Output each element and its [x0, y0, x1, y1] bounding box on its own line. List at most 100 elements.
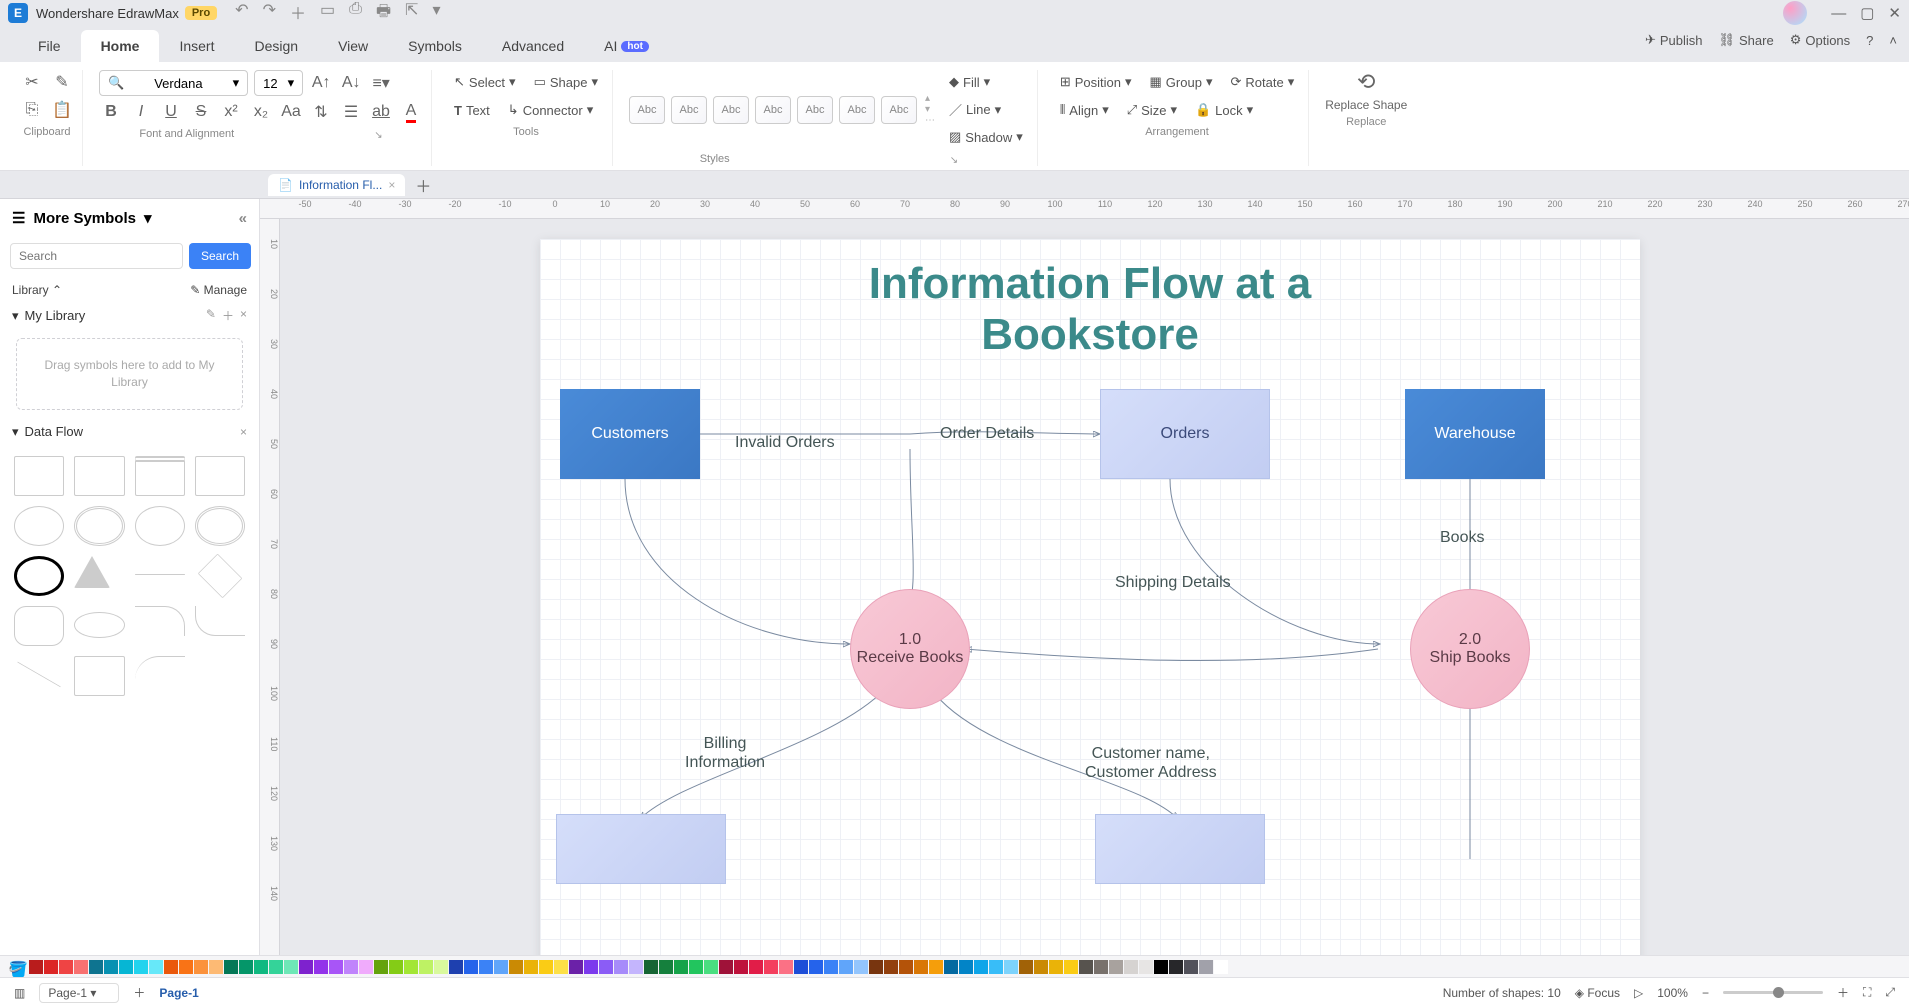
underline-icon[interactable]: U	[159, 100, 183, 124]
color-swatch[interactable]	[224, 960, 238, 974]
color-swatch[interactable]	[89, 960, 103, 974]
stencil-datastore[interactable]	[135, 456, 185, 496]
color-swatch[interactable]	[104, 960, 118, 974]
color-swatch[interactable]	[1109, 960, 1123, 974]
dataflow-close-icon[interactable]: ×	[240, 425, 247, 439]
library-toggle[interactable]: Library ⌃	[12, 283, 62, 297]
color-swatch[interactable]	[1064, 960, 1078, 974]
color-swatch[interactable]	[524, 960, 538, 974]
font-color-icon[interactable]: A	[399, 100, 423, 124]
page-tab[interactable]: Page-1	[159, 986, 198, 1000]
label-books[interactable]: Books	[1440, 529, 1484, 547]
color-swatch[interactable]	[314, 960, 328, 974]
styles-gallery[interactable]: AbcAbcAbcAbcAbcAbcAbc	[629, 96, 917, 124]
lock-button[interactable]: 🔒 Lock▾	[1189, 98, 1259, 122]
shadow-button[interactable]: ▨ Shadow ▾	[943, 125, 1029, 149]
color-swatch[interactable]	[1139, 960, 1153, 974]
canvas[interactable]: Information Flow at a Bookstore	[280, 219, 1909, 955]
paste-icon[interactable]: 📋	[50, 98, 74, 122]
styles-more-icon[interactable]: ⋯	[925, 115, 935, 126]
stencil-thick-circle[interactable]	[14, 556, 64, 596]
menu-advanced[interactable]: Advanced	[482, 30, 584, 62]
stencil-diamond[interactable]	[198, 553, 243, 598]
stencil-arc[interactable]	[135, 606, 185, 636]
color-swatch[interactable]	[239, 960, 253, 974]
menu-design[interactable]: Design	[234, 30, 318, 62]
save-icon[interactable]: ⎙	[349, 0, 362, 27]
menu-view[interactable]: View	[318, 30, 388, 62]
font-popout-icon[interactable]: ↘	[374, 130, 382, 141]
color-swatch[interactable]	[479, 960, 493, 974]
fill-bucket-icon[interactable]: 🪣	[8, 960, 28, 974]
color-swatch[interactable]	[884, 960, 898, 974]
color-swatch[interactable]	[374, 960, 388, 974]
stencil-external[interactable]	[195, 456, 245, 496]
node-lower-left[interactable]	[556, 814, 726, 884]
color-swatch[interactable]	[569, 960, 583, 974]
style-swatch[interactable]: Abc	[713, 96, 749, 124]
color-swatch[interactable]	[974, 960, 988, 974]
color-swatch[interactable]	[59, 960, 73, 974]
color-swatch[interactable]	[269, 960, 283, 974]
user-avatar[interactable]	[1783, 1, 1807, 25]
stencil-cloud[interactable]	[14, 606, 64, 646]
color-swatch[interactable]	[464, 960, 478, 974]
zoom-slider[interactable]	[1723, 991, 1823, 994]
color-swatch[interactable]	[1184, 960, 1198, 974]
superscript-icon[interactable]: x²	[219, 100, 243, 124]
font-size-select[interactable]: 12▾	[254, 70, 303, 96]
node-receive-books[interactable]: 1.0 Receive Books	[850, 589, 970, 709]
stencil-circle2[interactable]	[135, 506, 185, 546]
color-swatch[interactable]	[869, 960, 883, 974]
stencil-circle-double[interactable]	[74, 506, 124, 546]
color-swatch[interactable]	[1019, 960, 1033, 974]
color-swatch[interactable]	[134, 960, 148, 974]
color-swatch[interactable]	[209, 960, 223, 974]
new-tab-icon[interactable]: ＋	[415, 173, 431, 197]
color-swatch[interactable]	[1079, 960, 1093, 974]
color-swatch[interactable]	[644, 960, 658, 974]
align-icon[interactable]: ≡▾	[369, 71, 393, 95]
case-icon[interactable]: Aa	[279, 100, 303, 124]
data-flow-label[interactable]: Data Flow	[25, 424, 84, 439]
line-spacing-icon[interactable]: ⇅	[309, 100, 333, 124]
color-swatch[interactable]	[914, 960, 928, 974]
font-family-select[interactable]: 🔍 Verdana▾	[99, 70, 248, 96]
page-select[interactable]: Page-1 ▾	[39, 983, 119, 1003]
node-ship-books[interactable]: 2.0 Ship Books	[1410, 589, 1530, 709]
color-swatch[interactable]	[1199, 960, 1213, 974]
stencil-arc2[interactable]	[195, 606, 245, 636]
panel-collapse-icon[interactable]: «	[239, 210, 247, 227]
color-swatch[interactable]	[539, 960, 553, 974]
color-swatch[interactable]	[899, 960, 913, 974]
color-swatch[interactable]	[494, 960, 508, 974]
bullets-icon[interactable]: ☰	[339, 100, 363, 124]
color-swatch[interactable]	[794, 960, 808, 974]
styles-up-icon[interactable]: ▴	[925, 93, 935, 104]
color-swatch[interactable]	[749, 960, 763, 974]
minimize-icon[interactable]: —	[1831, 5, 1846, 22]
new-icon[interactable]: ＋	[290, 0, 306, 27]
zoom-out-icon[interactable]: −	[1702, 986, 1709, 1000]
menu-insert[interactable]: Insert	[159, 30, 234, 62]
line-button[interactable]: ／ Line ▾	[943, 96, 1029, 123]
menu-symbols[interactable]: Symbols	[388, 30, 482, 62]
page-layout-icon[interactable]: ▥	[14, 986, 25, 1000]
stencil-curve[interactable]	[135, 656, 185, 680]
fullscreen-icon[interactable]: ⤢	[1885, 985, 1895, 1000]
qat-more-icon[interactable]: ▾	[432, 0, 440, 27]
color-swatch[interactable]	[659, 960, 673, 974]
color-swatch[interactable]	[1124, 960, 1138, 974]
color-swatch[interactable]	[119, 960, 133, 974]
text-tool[interactable]: T Text	[448, 99, 496, 122]
subscript-icon[interactable]: x₂	[249, 100, 273, 124]
color-swatch[interactable]	[779, 960, 793, 974]
color-swatch[interactable]	[614, 960, 628, 974]
highlight-icon[interactable]: ab	[369, 100, 393, 124]
style-swatch[interactable]: Abc	[797, 96, 833, 124]
color-swatch[interactable]	[449, 960, 463, 974]
undo-icon[interactable]: ↶	[235, 0, 248, 27]
color-swatch[interactable]	[44, 960, 58, 974]
color-swatch[interactable]	[629, 960, 643, 974]
replace-shape-icon[interactable]: ⟲	[1354, 70, 1378, 94]
